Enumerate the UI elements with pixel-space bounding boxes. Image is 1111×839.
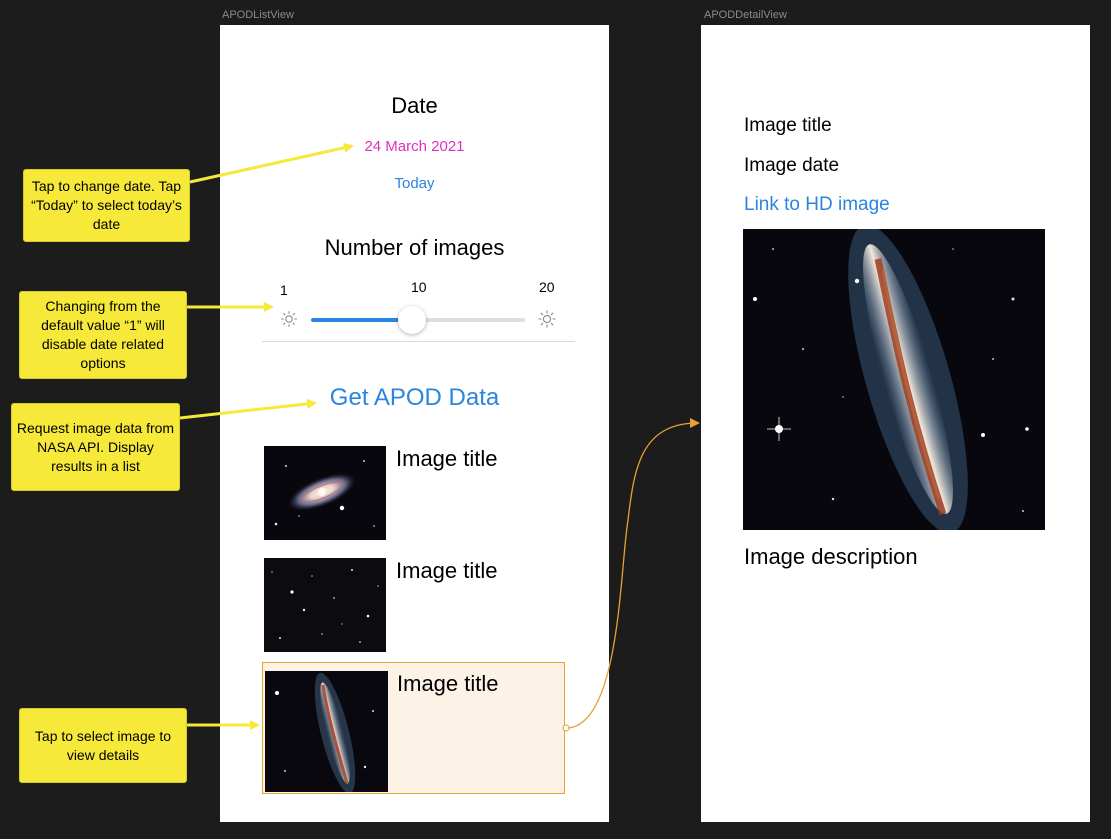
slider-fill [311, 318, 412, 322]
image-row[interactable]: Image title [262, 444, 566, 542]
image-row[interactable]: Image title [262, 556, 566, 654]
slider-value-label: 10 [411, 279, 427, 295]
slider-min-label: 1 [280, 282, 288, 298]
callout-slider-note: Changing from the default value “1” will… [19, 291, 187, 379]
image-row-selected[interactable]: Image title [262, 662, 565, 794]
slider-thumb[interactable] [398, 306, 426, 334]
edge-on-galaxy-photo [743, 229, 1045, 530]
image-row-title: Image title [396, 558, 498, 583]
detail-image-description: Image description [744, 544, 918, 569]
detail-view-label: APODDetailView [704, 9, 787, 21]
list-view-label: APODListView [222, 9, 294, 21]
number-of-images-heading: Number of images [324, 235, 505, 260]
apod-detail-view: Image title Image date Link to HD image [701, 25, 1090, 822]
get-apod-data-button[interactable]: Get APOD Data [220, 384, 609, 412]
section-divider [262, 341, 575, 342]
slider-max-label: 20 [539, 279, 555, 295]
callout-select-note: Tap to select image to view details [19, 708, 187, 783]
image-row-title: Image title [397, 671, 499, 696]
detail-image-date: Image date [744, 155, 840, 176]
sun-min-icon [280, 310, 298, 328]
detail-image-title: Image title [744, 115, 832, 136]
callout-request-note: Request image data from NASA API. Displa… [11, 403, 180, 491]
callout-date-note: Tap to change date. Tap “Today” to selec… [23, 169, 190, 242]
sun-max-icon [538, 310, 556, 328]
date-heading: Date [391, 93, 438, 118]
apod-list-view: Date 24 March 2021 Today Number of image… [220, 25, 609, 822]
edge-on-galaxy-thumbnail [265, 671, 388, 792]
date-picker-value[interactable]: 24 March 2021 [220, 138, 609, 155]
image-row-title: Image title [396, 446, 498, 471]
today-button[interactable]: Today [220, 175, 609, 192]
spiral-galaxy-thumbnail [264, 446, 386, 540]
hd-image-link[interactable]: Link to HD image [744, 194, 890, 216]
star-field-thumbnail [264, 558, 386, 652]
